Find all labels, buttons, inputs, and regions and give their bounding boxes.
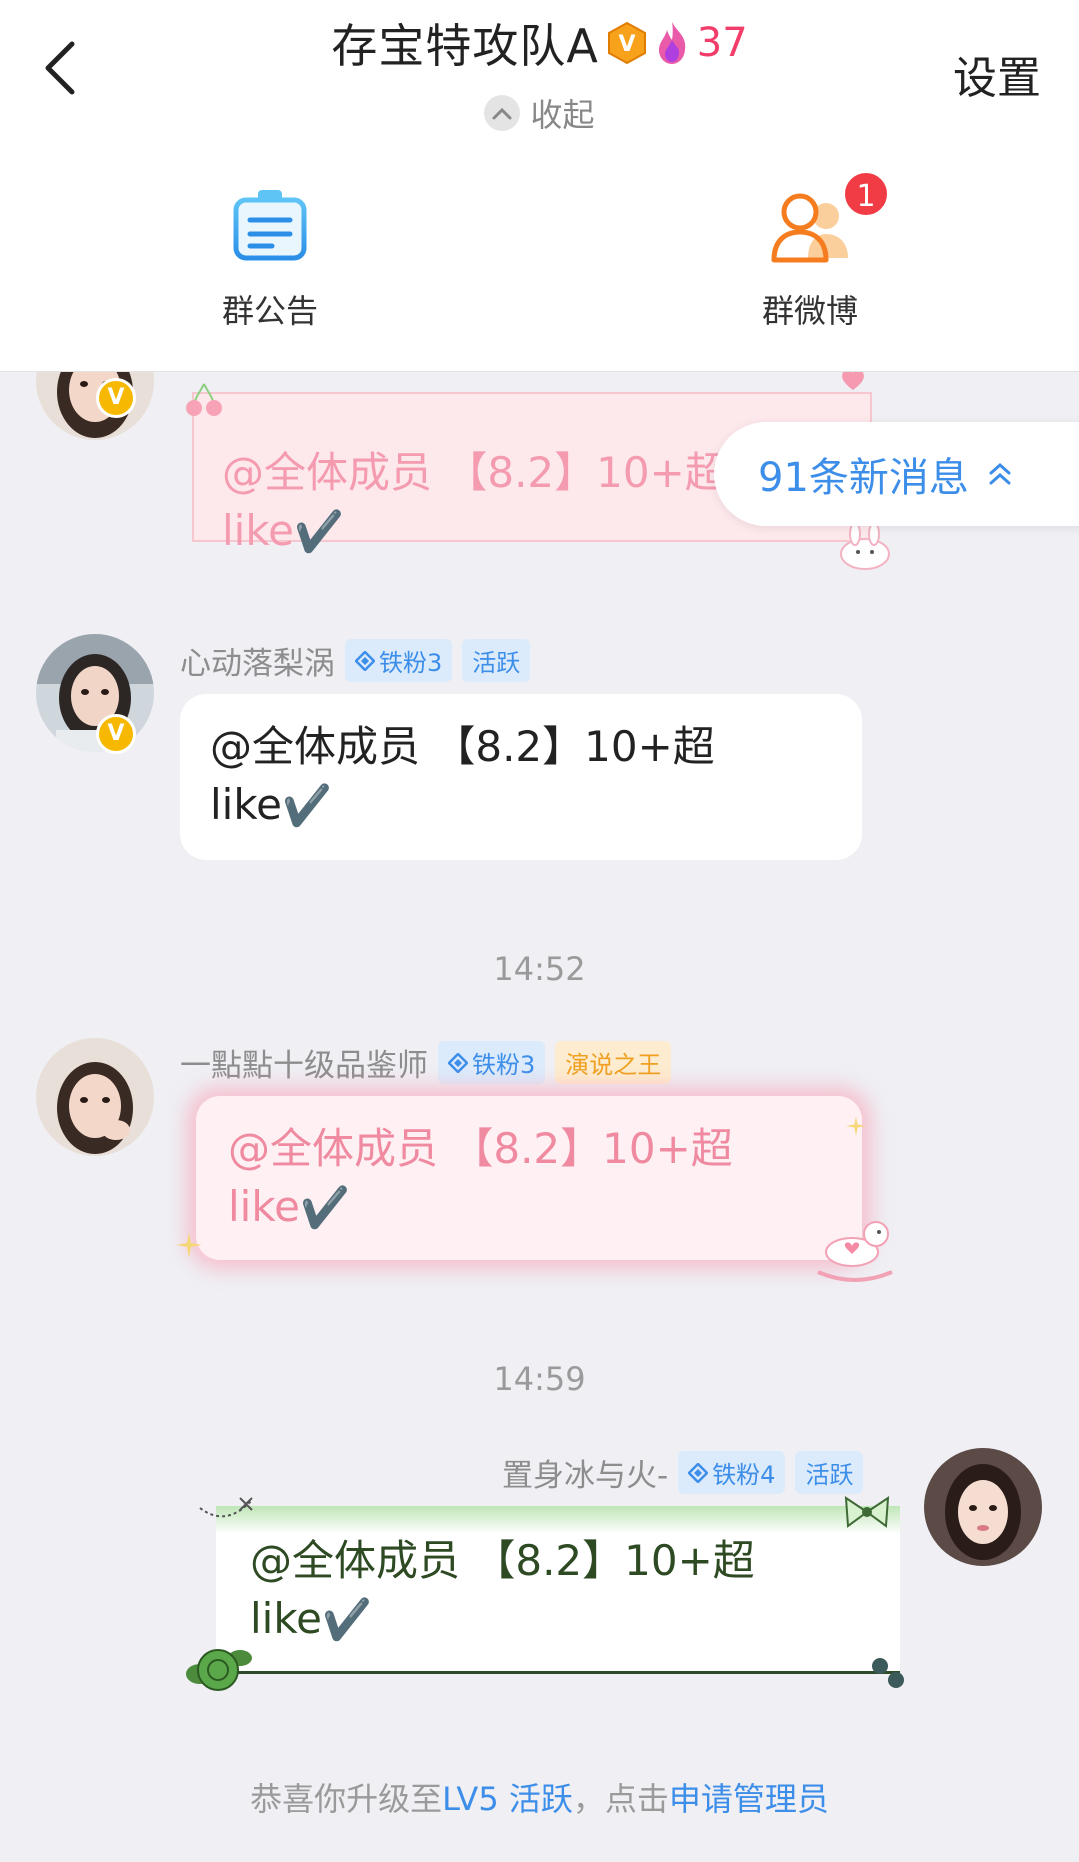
flame-icon: [658, 22, 686, 64]
sender-name[interactable]: 置身冰与火-: [502, 1450, 668, 1495]
message-line-1: @全体成员 【8.2】10+超: [222, 448, 727, 497]
message-text: @全体成员 【8.2】10+超 like✔️: [250, 1532, 755, 1649]
group-title: 存宝特攻队A: [331, 19, 599, 73]
sparkle-icon: [846, 1116, 866, 1136]
message-bubble[interactable]: @全体成员 【8.2】10+超 like✔️: [180, 694, 862, 860]
new-messages-button[interactable]: 91条新消息: [714, 422, 1079, 526]
heart-sticker-icon: [842, 372, 864, 390]
bead-icon: [872, 1658, 904, 1688]
speech-king-badge: 演说之王: [555, 1041, 672, 1084]
check-mark: ✔️: [294, 509, 344, 555]
svg-text:V: V: [618, 32, 635, 57]
message-text: @全体成员 【8.2】10+超 like✔️: [210, 718, 715, 835]
cherry-sticker-icon: [186, 383, 222, 416]
sparkle-icon: [176, 1232, 202, 1258]
message-line-1: @全体成员 【8.2】10+超: [210, 722, 715, 771]
check-mark: ✔️: [300, 1185, 350, 1231]
pearl-necklace-icon: [199, 1497, 253, 1518]
message-text: @全体成员 【8.2】10+超 like✔️: [228, 1120, 733, 1237]
fan-level-badge: 铁粉3: [345, 639, 453, 682]
rocking-horse-sticker-icon: [817, 1221, 893, 1282]
sender-name[interactable]: 一點點十级品鉴师: [180, 1040, 428, 1085]
group-members-icon: 1: [768, 170, 890, 266]
fan-level-badge: 铁粉4: [678, 1451, 786, 1494]
timestamp: 14:52: [493, 950, 586, 988]
fire-count: 37: [696, 20, 748, 66]
message-line-2: like: [228, 1182, 301, 1231]
notice-board-icon: [228, 186, 312, 266]
collapse-label: 收起: [530, 96, 595, 134]
message-line-1: @全体成员 【8.2】10+超: [228, 1124, 733, 1173]
double-chevron-up-icon: [989, 462, 1011, 485]
diamond-icon: [355, 650, 375, 671]
title-row[interactable]: 存宝特攻队A V 37: [0, 10, 1079, 76]
fan-level-text: 铁粉4: [712, 1461, 776, 1489]
group-weibo-button[interactable]: 1 群微博: [700, 170, 920, 332]
sender-row: 一點點十级品鉴师 铁粉3 演说之王: [180, 1040, 672, 1085]
group-notice-button[interactable]: 群公告: [160, 186, 380, 332]
message-bubble[interactable]: @全体成员 【8.2】10+超 like✔️: [196, 1096, 862, 1260]
tip-prefix: 恭喜你升级至: [250, 1780, 443, 1818]
chevron-up-icon: [484, 95, 521, 131]
message-line-1: @全体成员 【8.2】10+超: [250, 1536, 755, 1585]
diamond-icon: [448, 1052, 468, 1073]
avatar[interactable]: [924, 1448, 1042, 1566]
avatar[interactable]: [36, 372, 154, 440]
chat-area[interactable]: V @全体成员 【8.2】10+超 like✔️ 91条新消息 V 心动落梨涡 …: [0, 372, 1079, 1862]
vip-badge-icon: V: [607, 21, 646, 65]
message-text: @全体成员 【8.2】10+超 like✔️: [222, 444, 727, 561]
check-mark: ✔️: [282, 783, 332, 829]
diamond-icon: [688, 1462, 709, 1483]
sender-name[interactable]: 心动落梨涡: [180, 638, 335, 683]
notification-badge: 1: [842, 170, 890, 218]
avatar[interactable]: [36, 634, 154, 752]
collapse-toggle[interactable]: 收起: [0, 90, 1079, 136]
group-weibo-label: 群微博: [761, 292, 858, 330]
message-line-2: like: [222, 506, 295, 555]
message-bubble[interactable]: @全体成员 【8.2】10+超 like✔️: [216, 1506, 900, 1674]
fan-level-text: 铁粉3: [472, 1051, 536, 1079]
message-line-2: like: [250, 1594, 323, 1643]
bow-sticker-icon: [844, 1496, 890, 1528]
bunny-sticker-icon: [840, 522, 890, 570]
group-notice-label: 群公告: [221, 292, 318, 330]
message-line-2: like: [210, 780, 283, 829]
apply-admin-link[interactable]: 申请管理员: [669, 1780, 829, 1818]
sender-row: 置身冰与火- 铁粉4 活跃: [502, 1450, 864, 1495]
timestamp: 14:59: [493, 1360, 586, 1398]
tip-level: LV5 活跃: [442, 1780, 573, 1818]
active-badge: 活跃: [795, 1451, 864, 1494]
fan-level-text: 铁粉3: [379, 649, 443, 677]
verified-badge: V: [96, 714, 136, 754]
avatar[interactable]: [36, 1038, 154, 1156]
fan-level-badge: 铁粉3: [438, 1041, 546, 1084]
level-up-tip: 恭喜你升级至LV5 活跃，点击申请管理员: [0, 1774, 1079, 1820]
active-badge: 活跃: [462, 639, 531, 682]
new-messages-label: 91条新消息: [758, 455, 969, 501]
check-mark: ✔️: [322, 1597, 372, 1643]
rose-sticker-icon: [186, 1649, 252, 1691]
sender-row: 心动落梨涡 铁粉3 活跃: [180, 638, 531, 683]
verified-badge: V: [96, 378, 136, 418]
chat-header: 存宝特攻队A V 37 设置 收起 群公告 1 群微博: [0, 0, 1079, 372]
tip-middle: ，点击: [572, 1780, 669, 1818]
